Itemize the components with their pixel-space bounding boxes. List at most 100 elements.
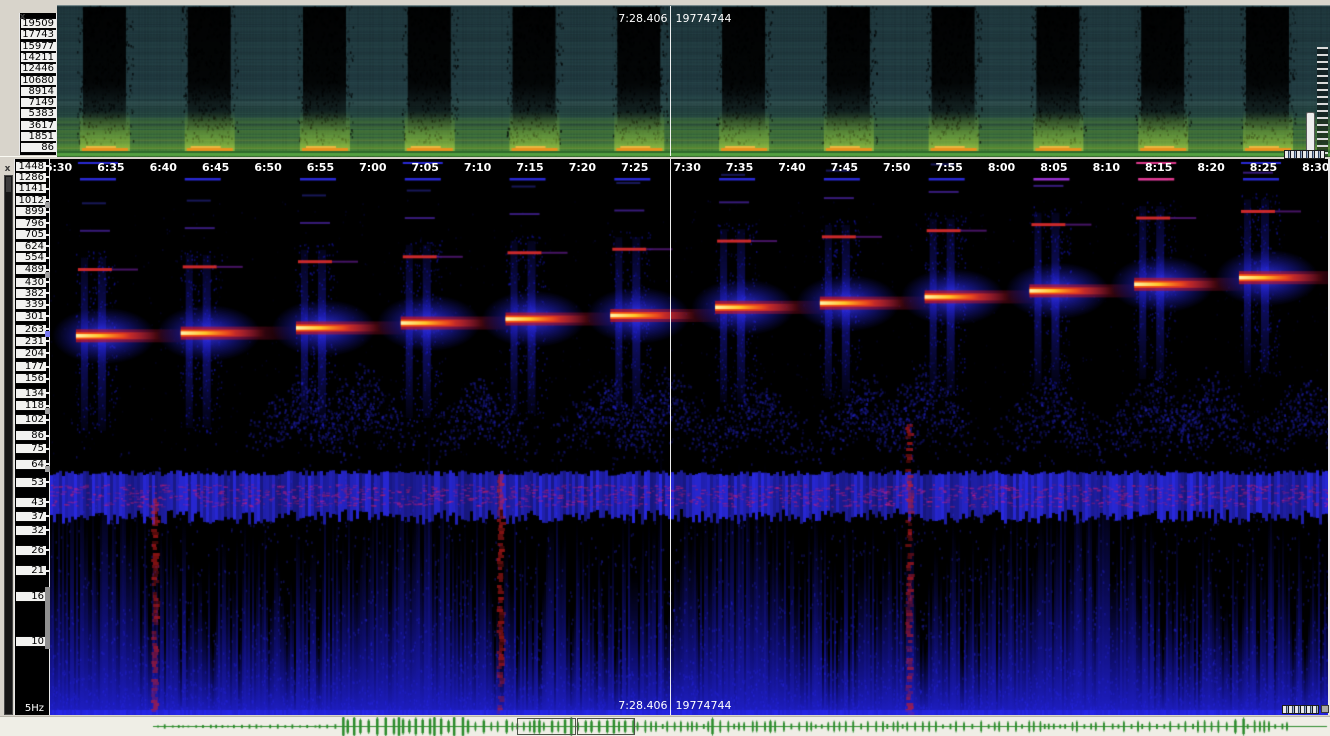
vertical-zoom-scrollbar[interactable] [1306,112,1315,155]
frequency-tick [46,234,49,236]
frequency-tick [46,549,49,551]
scale-marker[interactable] [45,331,50,337]
frequency-tick [46,257,49,259]
frequency-tick-label: 86 [21,142,56,153]
frequency-tick-label: 16 [16,591,46,602]
vertical-zoom-ruler [1317,47,1328,157]
frequency-tick [46,211,49,213]
frequency-tick-label: 12446 [21,63,56,74]
frequency-tick-label: 10 [16,636,46,647]
time-tick-label: 8:10 [1093,161,1120,174]
scroll-thumb[interactable] [6,177,11,192]
time-tick-label: 6:50 [254,161,281,174]
frequency-tick [46,378,49,380]
frequency-tick-label: 382 [16,288,46,299]
frequency-tick [46,340,49,342]
time-tick-label: 8:15 [1145,161,1172,174]
waveform-overview-strip[interactable] [0,716,1330,736]
time-tick-label: 6:40 [150,161,177,174]
scale-scrollbar-thumb[interactable] [45,587,50,649]
frequency-tick [46,419,49,421]
top-frequency-scale[interactable]: 1950917743159771421112446106808914714953… [19,13,57,155]
frequency-tick-label: 5383 [21,108,56,119]
frequency-tick [46,405,49,407]
horizontal-zoom-scrollbar[interactable] [1284,150,1325,159]
top-spectrogram-canvas[interactable] [57,5,1330,157]
time-tick-label: 7:00 [359,161,386,174]
zoom-end-button[interactable] [1321,705,1329,713]
time-tick-label: 8:00 [988,161,1015,174]
frequency-tick [46,292,49,294]
time-tick-label: 7:35 [726,161,753,174]
frequency-tick-label: 489 [16,264,46,275]
frequency-tick-label: 301 [16,311,46,322]
frequency-tick-label: 1286 [16,172,46,183]
time-tick-label: 7:30 [673,161,700,174]
time-tick-label: 6:55 [307,161,334,174]
frequency-tick [46,245,49,247]
frequency-tick [46,315,49,317]
frequency-tick-label: 1448 [16,161,46,172]
frequency-tick-label: 32 [16,525,46,536]
close-icon[interactable]: x [17,11,28,22]
frequency-tick-label: 17743 [21,29,56,40]
frequency-tick-label: 430 [16,277,46,288]
time-axis[interactable]: 6:306:356:406:456:506:557:007:057:107:15… [0,159,1330,179]
waveform-selection-box[interactable] [517,718,576,735]
scale-marker[interactable] [45,466,50,472]
frequency-tick [46,352,49,354]
cursor-time-readout: 7:28.406 [618,12,667,25]
frequency-tick-label: 624 [16,241,46,252]
playback-cursor[interactable] [670,159,671,715]
frequency-tick-label: 75 [16,443,46,454]
frequency-tick-label: 231 [16,336,46,347]
frequency-tick-label: 37 [16,511,46,522]
time-tick-label: 8:25 [1250,161,1277,174]
frequency-tick-label: 156 [16,373,46,384]
frequency-tick [46,435,49,437]
time-tick-label: 7:45 [831,161,858,174]
scale-marker[interactable] [45,272,50,278]
main-spectrogram-panel: x 6:306:356:406:456:506:557:007:057:107:… [0,159,1330,715]
frequency-tick-label: 102 [16,414,46,425]
scale-marker[interactable] [45,202,50,208]
cursor-sample-readout: 19774744 [675,12,731,25]
waveform-canvas[interactable] [0,717,1330,736]
time-tick-label: 7:55 [935,161,962,174]
frequency-tick [46,448,49,450]
frequency-tick-label: 1012 [16,195,46,206]
time-tick-label: 7:20 [569,161,596,174]
cursor-time-readout: 7:28.406 [618,699,667,712]
frequency-tick-label: 3617 [21,120,56,131]
main-frequency-scale[interactable]: 1448128611411012899796705624554489430382… [14,159,50,715]
playback-cursor[interactable] [670,6,671,156]
frequency-tick-label: 43 [16,497,46,508]
frequency-tick-label: 86 [16,430,46,441]
frequency-tick-label: 1141 [16,183,46,194]
scale-marker[interactable] [45,408,50,414]
main-spectrogram-canvas[interactable] [50,159,1330,715]
time-tick-label: 6:35 [97,161,124,174]
horizontal-zoom-scrollbar[interactable] [1282,705,1319,714]
time-tick-label: 7:50 [883,161,910,174]
waveform-selection-box[interactable] [577,718,635,735]
frequency-tick-label: 134 [16,388,46,399]
close-icon[interactable]: x [2,163,13,174]
frequency-tick-label: 15977 [21,41,56,52]
time-tick-label: 6:45 [202,161,229,174]
frequency-tick-label: 118 [16,400,46,411]
frequency-tick-label: 554 [16,252,46,263]
frequency-tick [46,463,49,465]
frequency-tick [46,515,49,517]
time-tick-label: 8:05 [1040,161,1067,174]
left-scroll-strip[interactable] [4,175,13,715]
frequency-tick [46,304,49,306]
frequency-tick-label: 64 [16,459,46,470]
frequency-tick-label: 53 [16,477,46,488]
frequency-tick-label: 796 [16,218,46,229]
frequency-tick [46,529,49,531]
frequency-tick [46,222,49,224]
frequency-tick [46,281,49,283]
time-tick-label: 7:10 [464,161,491,174]
spectrogram-analyzer-window: x 19509177431597714211124461068089147149… [0,0,1330,736]
